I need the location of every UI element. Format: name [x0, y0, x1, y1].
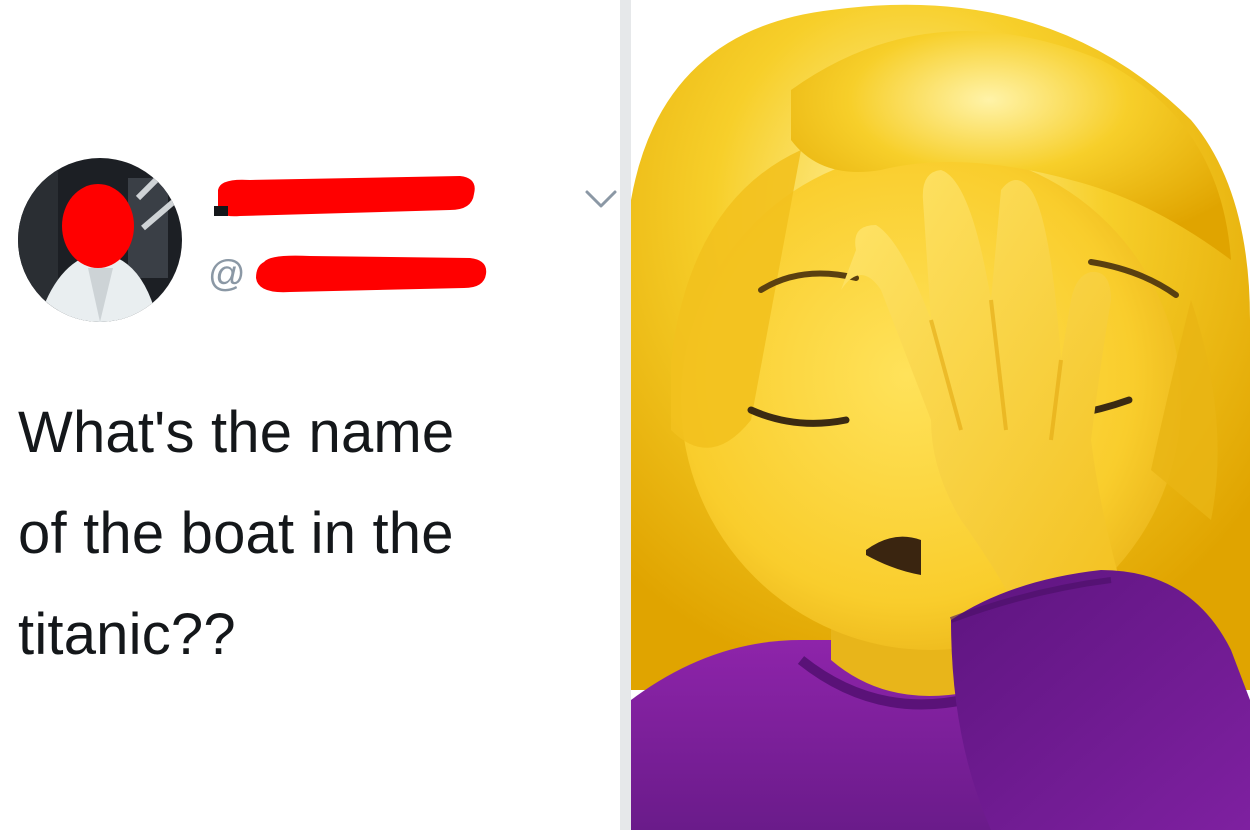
- handle-redaction: [250, 252, 490, 296]
- tweet-text: What's the name of the boat in the titan…: [18, 382, 608, 685]
- display-name-redaction: [210, 170, 480, 230]
- chevron-down-icon[interactable]: [583, 186, 619, 214]
- tweet-text-line: of the boat in the: [18, 501, 454, 566]
- handle-row: @: [208, 252, 490, 296]
- avatar-photo: [18, 158, 182, 322]
- composite-image: @ What's the name of the boat in the tit…: [0, 0, 1250, 830]
- handle-prefix: @: [208, 253, 246, 294]
- panel-divider: [620, 0, 631, 830]
- avatar[interactable]: [18, 158, 182, 322]
- tweet-text-line: titanic??: [18, 602, 236, 667]
- tweet-text-line: What's the name: [18, 400, 455, 465]
- tweet-card: @ What's the name of the boat in the tit…: [0, 0, 620, 830]
- woman-facepalming-emoji: [631, 0, 1250, 830]
